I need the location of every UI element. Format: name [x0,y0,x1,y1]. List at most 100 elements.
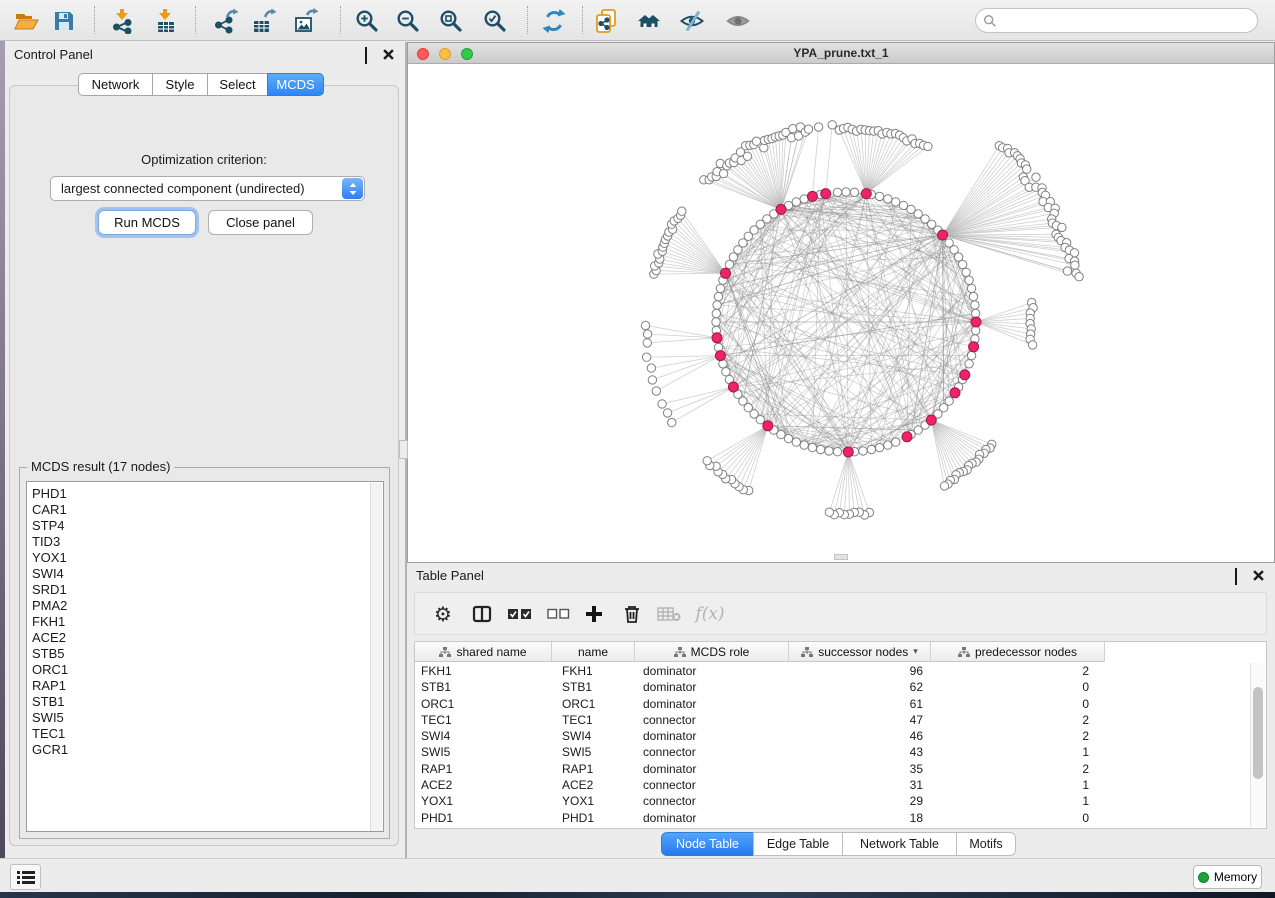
table-row-SWI4[interactable]: SWI4SWI4dominator462 [415,728,1249,744]
tab-network[interactable]: Network [78,73,153,96]
column-header-successor-nodes[interactable]: successor nodes▾ [789,642,931,662]
table-type-tabs: Node TableEdge TableNetwork TableMotifs [661,832,1016,856]
show-column-button[interactable] [469,601,495,627]
mcds-result-item[interactable]: GCR1 [27,742,383,758]
tab-motifs[interactable]: Motifs [956,832,1016,856]
toolbar-separator [582,6,583,34]
mcds-result-item[interactable]: STB5 [27,646,383,662]
show-panels-list-button[interactable] [10,864,41,890]
cell: 1 [931,793,1105,809]
column-header-name[interactable]: name [552,642,635,662]
table-row-PHD1[interactable]: PHD1PHD1dominator180 [415,810,1249,826]
delete-column-button[interactable] [620,601,644,627]
mcds-result-item[interactable]: FKH1 [27,614,383,630]
mcds-result-item[interactable]: RAP1 [27,678,383,694]
table-scrollbar-thumb[interactable] [1253,687,1263,779]
float-table-panel-icon[interactable] [1235,569,1248,582]
close-panel-icon[interactable] [383,48,396,61]
mcds-result-item[interactable]: SRD1 [27,582,383,598]
zoom-selected-button[interactable] [480,6,510,36]
table-toolbar: ⚙ f(x) [414,592,1267,635]
select-all-columns-button[interactable] [505,601,535,627]
toolbar-separator [527,6,528,34]
memory-button[interactable]: Memory [1193,865,1262,889]
mcds-result-item[interactable]: SWI5 [27,710,383,726]
mcds-result-item[interactable]: YOX1 [27,550,383,566]
hide-graphics-details-button[interactable] [677,6,707,36]
network-canvas [408,64,1274,562]
canvas-splitter-handle[interactable] [834,554,848,560]
import-network-button[interactable] [108,6,138,36]
column-header-MCDS-role[interactable]: MCDS role [635,642,789,662]
mcds-result-item[interactable]: TEC1 [27,726,383,742]
column-header-shared-name[interactable]: shared name [415,642,552,662]
export-image-button[interactable] [291,6,321,36]
cell: 0 [931,679,1105,695]
delete-table-button-disabled[interactable] [655,601,683,627]
result-list-scrollbar[interactable] [370,483,382,832]
table-row-FKH1[interactable]: FKH1FKH1dominator962 [415,663,1249,679]
mcds-result-item[interactable]: STP4 [27,518,383,534]
save-session-button[interactable] [49,6,79,36]
network-graph[interactable] [408,64,1274,561]
cell: YOX1 [415,793,552,809]
import-table-button[interactable] [151,6,181,36]
tab-node-table[interactable]: Node Table [661,832,754,856]
cell: STB1 [415,679,552,695]
unselect-all-columns-button[interactable] [545,601,573,627]
import-network-icon [110,8,136,34]
create-column-button[interactable] [582,601,606,627]
table-scrollbar[interactable] [1250,663,1265,827]
export-table-button[interactable] [249,6,279,36]
memory-label: Memory [1214,870,1257,884]
mcds-result-item[interactable]: SWI4 [27,566,383,582]
zoom-in-button[interactable] [352,6,382,36]
cell: PHD1 [415,810,552,826]
column-type-icon [674,647,686,658]
mcds-result-item[interactable]: CAR1 [27,502,383,518]
column-header-predecessor-nodes[interactable]: predecessor nodes [931,642,1105,662]
cell: connector [635,777,789,793]
run-mcds-button[interactable]: Run MCDS [98,210,196,235]
tab-style[interactable]: Style [152,73,208,96]
zoom-out-button[interactable] [393,6,423,36]
cell: dominator [635,679,789,695]
mcds-result-item[interactable]: STB1 [27,694,383,710]
table-settings-button[interactable]: ⚙ [431,601,455,627]
mcds-result-item[interactable]: TID3 [27,534,383,550]
show-graphics-details-button[interactable] [723,6,753,36]
cell: 61 [789,696,931,712]
cell: 1 [931,744,1105,760]
tab-network-table[interactable]: Network Table [842,832,957,856]
home-button[interactable] [634,6,664,36]
criterion-select[interactable]: largest connected component (undirected) [50,176,365,201]
table-row-ACE2[interactable]: ACE2ACE2connector311 [415,777,1249,793]
mcds-result-item[interactable]: ACE2 [27,630,383,646]
close-panel-button[interactable]: Close panel [208,210,313,235]
open-file-button[interactable] [11,6,41,36]
tab-edge-table[interactable]: Edge Table [753,832,843,856]
clone-network-button[interactable] [592,6,622,36]
select-chevrons-icon [342,178,363,199]
mcds-result-item[interactable]: PHD1 [27,486,383,502]
table-row-YOX1[interactable]: YOX1YOX1connector291 [415,793,1249,809]
eye-slash-icon [679,8,705,34]
table-row-SWI5[interactable]: SWI5SWI5connector431 [415,744,1249,760]
table-row-TEC1[interactable]: TEC1TEC1connector472 [415,712,1249,728]
tab-select[interactable]: Select [207,73,268,96]
cell: FKH1 [552,663,635,679]
export-network-button[interactable] [211,6,241,36]
mcds-result-item[interactable]: ORC1 [27,662,383,678]
table-row-RAP1[interactable]: RAP1RAP1dominator352 [415,761,1249,777]
close-table-panel-icon[interactable] [1253,569,1266,582]
function-builder-button-disabled[interactable]: f(x) [693,601,727,627]
search-input[interactable] [1001,11,1257,31]
float-panel-icon[interactable] [365,48,378,61]
refresh-view-button[interactable] [539,6,569,36]
tab-mcds[interactable]: MCDS [267,73,324,96]
table-row-STB1[interactable]: STB1STB1dominator620 [415,679,1249,695]
mcds-result-item[interactable]: PMA2 [27,598,383,614]
table-row-ORC1[interactable]: ORC1ORC1dominator610 [415,696,1249,712]
panel-splitter-handle[interactable] [399,440,408,459]
zoom-fit-button[interactable] [436,6,466,36]
